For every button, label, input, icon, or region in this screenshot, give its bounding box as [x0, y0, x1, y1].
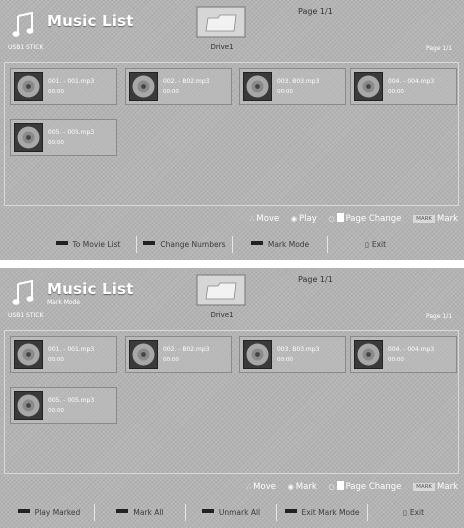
- move-hint: ∴ Move: [246, 482, 276, 492]
- mark-mode-button[interactable]: Mark Mode: [233, 236, 328, 253]
- exit-button[interactable]: ▯ Exit: [328, 236, 423, 253]
- bottom-button-bar: Play Marked Mark All Unmark All Exit Mar…: [4, 504, 459, 521]
- track-name: 004. - 004.mp3: [388, 346, 435, 353]
- header: Music List Mark Mode USB1 STICK Drive1 P…: [0, 268, 464, 328]
- track-time: 00:00: [48, 408, 64, 414]
- arrows-icon: ∴: [246, 483, 252, 491]
- mark-hint: MARK Mark: [413, 214, 458, 224]
- music-tile[interactable]: 003. B03.mp3 00:00: [239, 68, 346, 105]
- page-indicator: Page 1/1: [298, 7, 333, 16]
- track-name: 001. - 001.mp3: [48, 346, 95, 353]
- music-grid: 001. - 001.mp3 00:00 002. - B02.mp3 00:0…: [4, 62, 459, 206]
- key-hints: ∴ Move ◉ Mark ○ Page Change MARK Mark: [238, 481, 458, 492]
- header: Music List USB1 STICK Drive1 Page 1/1 Pa…: [0, 0, 464, 60]
- track-time: 00:00: [388, 357, 404, 363]
- music-note-icon: [12, 11, 34, 37]
- music-tile[interactable]: 001. - 001.mp3 00:00: [10, 68, 117, 105]
- page-key-icon: ○: [328, 483, 335, 491]
- music-tile[interactable]: 003. B03.mp3 00:00: [239, 336, 346, 373]
- music-tile[interactable]: 001. - 001.mp3 00:00: [10, 336, 117, 373]
- track-time: 00:00: [48, 140, 64, 146]
- mark-all-button[interactable]: Mark All: [95, 504, 186, 521]
- play-hint: ◉ Play: [290, 214, 317, 224]
- music-grid: 001. - 001.mp3 00:00 002. - B02.mp3 00:0…: [4, 330, 459, 474]
- music-tile[interactable]: 004. - 004.mp3 00:00: [350, 336, 457, 373]
- music-tile[interactable]: 005. - 005.mp3 00:00: [10, 119, 117, 156]
- disc-icon: [243, 72, 272, 101]
- disc-icon: [354, 72, 383, 101]
- music-tile[interactable]: 005. - 005.mp3 00:00: [10, 387, 117, 424]
- mode-subtitle: Mark Mode: [47, 299, 81, 306]
- track-time: 00:00: [48, 89, 64, 95]
- track-name: 002. - B02.mp3: [163, 346, 210, 353]
- page-title: Music List: [47, 280, 134, 298]
- disc-icon: [243, 340, 272, 369]
- track-time: 00:00: [48, 357, 64, 363]
- folder-icon[interactable]: [196, 274, 246, 306]
- disc-icon: [14, 72, 43, 101]
- page-indicator-small: Page 1/1: [426, 313, 453, 320]
- page-indicator-small: Page 1/1: [426, 45, 453, 52]
- page-hint: ○ Page Change: [328, 213, 402, 224]
- music-tile[interactable]: 002. - B02.mp3 00:00: [125, 336, 232, 373]
- mark-select-hint: ◉ Mark: [287, 482, 317, 492]
- arrows-icon: ∴: [249, 215, 255, 223]
- drive-label: Drive1: [210, 43, 234, 51]
- page-title: Music List: [47, 12, 134, 30]
- device-label: USB1 STICK: [8, 44, 44, 51]
- disc-icon: [14, 391, 43, 420]
- track-time: 00:00: [163, 89, 179, 95]
- folder-icon[interactable]: [196, 6, 246, 38]
- mark-hint: MARK Mark: [413, 482, 458, 492]
- track-name: 002. - B02.mp3: [163, 78, 210, 85]
- mark-key-badge: MARK: [413, 483, 436, 491]
- exit-icon: ▯: [402, 509, 407, 517]
- track-name: 005. - 005.mp3: [48, 397, 95, 404]
- drive-label: Drive1: [210, 311, 234, 319]
- unmark-all-button[interactable]: Unmark All: [186, 504, 277, 521]
- mark-key-badge: MARK: [413, 215, 436, 223]
- track-time: 00:00: [388, 89, 404, 95]
- key-hints: ∴ Move ◉ Play ○ Page Change MARK Mark: [241, 213, 458, 224]
- track-name: 003. B03.mp3: [277, 346, 320, 353]
- music-note-icon: [12, 279, 34, 305]
- page-key-icon: ○: [328, 215, 335, 223]
- music-tile[interactable]: 002. - B02.mp3 00:00: [125, 68, 232, 105]
- track-time: 00:00: [163, 357, 179, 363]
- move-hint: ∴ Move: [249, 214, 280, 224]
- music-list-screen: Music List USB1 STICK Drive1 Page 1/1 Pa…: [0, 0, 464, 260]
- track-name: 001. - 001.mp3: [48, 78, 95, 85]
- disc-icon: [14, 123, 43, 152]
- page-hint: ○ Page Change: [328, 481, 402, 492]
- page-indicator: Page 1/1: [298, 275, 333, 284]
- track-name: 003. B03.mp3: [277, 78, 320, 85]
- device-label: USB1 STICK: [8, 312, 44, 319]
- change-numbers-button[interactable]: Change Numbers: [137, 236, 233, 253]
- disc-icon: [129, 340, 158, 369]
- track-time: 00:00: [277, 89, 293, 95]
- bottom-button-bar: To Movie List Change Numbers Mark Mode ▯…: [40, 236, 423, 253]
- disc-icon: [14, 340, 43, 369]
- ok-icon: ◉: [290, 215, 298, 223]
- track-name: 004. - 004.mp3: [388, 78, 435, 85]
- track-name: 005. - 005.mp3: [48, 129, 95, 136]
- disc-icon: [354, 340, 383, 369]
- ok-icon: ◉: [287, 483, 294, 491]
- exit-icon: ▯: [364, 241, 369, 249]
- music-tile[interactable]: 004. - 004.mp3 00:00: [350, 68, 457, 105]
- music-list-mark-mode-screen: Music List Mark Mode USB1 STICK Drive1 P…: [0, 268, 464, 528]
- play-marked-button[interactable]: Play Marked: [4, 504, 95, 521]
- track-time: 00:00: [277, 357, 293, 363]
- disc-icon: [129, 72, 158, 101]
- exit-mark-mode-button[interactable]: Exit Mark Mode: [277, 504, 368, 521]
- exit-button[interactable]: ▯ Exit: [368, 504, 459, 521]
- to-movie-list-button[interactable]: To Movie List: [40, 236, 137, 253]
